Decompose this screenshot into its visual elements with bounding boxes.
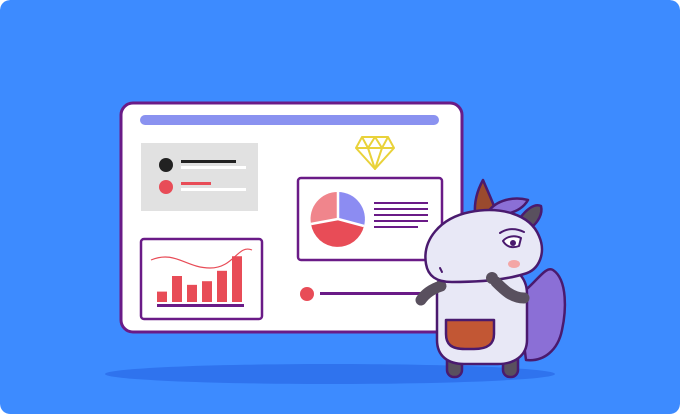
red-dot bbox=[159, 180, 173, 194]
bar-1 bbox=[157, 291, 167, 302]
pie-chart-panel bbox=[296, 176, 444, 262]
unicorn-pupil bbox=[510, 240, 516, 246]
illustration-canvas bbox=[0, 0, 680, 414]
dark-dot bbox=[159, 158, 173, 172]
unicorn-cheek bbox=[508, 260, 520, 268]
bar-2 bbox=[172, 276, 182, 302]
bar-4 bbox=[202, 281, 212, 302]
bar-3 bbox=[187, 284, 197, 302]
unicorn-hand bbox=[486, 272, 498, 284]
floor-shadow bbox=[105, 364, 555, 384]
board-top-bar bbox=[140, 115, 439, 125]
dashboard-board bbox=[119, 101, 464, 334]
bar-6 bbox=[232, 256, 242, 302]
bottom-text-line bbox=[320, 292, 424, 295]
red-dot-bottom bbox=[300, 287, 314, 301]
apron-pocket bbox=[444, 318, 496, 351]
bar-5 bbox=[217, 270, 227, 302]
legend-panel bbox=[141, 143, 258, 211]
bar-chart-panel bbox=[139, 237, 264, 321]
pie-chart-icon bbox=[310, 191, 365, 247]
